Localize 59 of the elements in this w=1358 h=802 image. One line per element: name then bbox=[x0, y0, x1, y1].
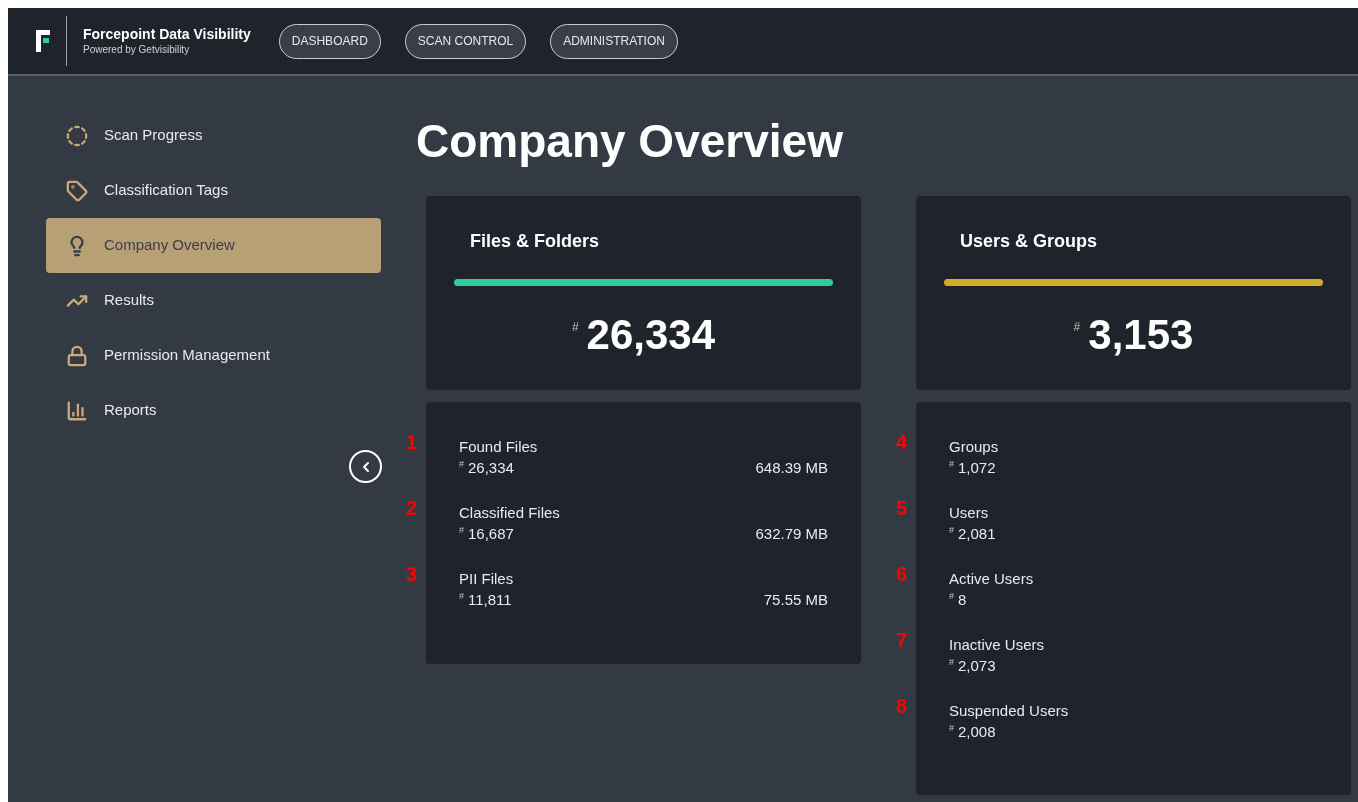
stat-label: Classified Files bbox=[459, 503, 560, 523]
nav-button[interactable]: ADMINISTRATION bbox=[550, 23, 678, 59]
total-count: 26,334 bbox=[586, 314, 716, 356]
hash-prefix: # bbox=[949, 524, 954, 537]
annotation-number: 4 bbox=[896, 432, 908, 453]
hash-prefix: # bbox=[949, 458, 954, 471]
total-count: 3,153 bbox=[1088, 314, 1194, 356]
hash-prefix: # bbox=[1073, 319, 1081, 336]
sidebar-item[interactable]: Reports bbox=[46, 383, 381, 438]
stat-value: 26,334 bbox=[468, 458, 514, 478]
hash-prefix: # bbox=[571, 319, 579, 336]
stat-value: 1,072 bbox=[958, 458, 996, 478]
sidebar-item[interactable]: Scan Progress bbox=[46, 108, 381, 163]
tag-icon bbox=[66, 179, 88, 202]
stat-value: 8 bbox=[958, 590, 967, 610]
hash-prefix: # bbox=[949, 722, 954, 735]
bar-chart-icon bbox=[66, 399, 88, 422]
sidebar-item[interactable]: Company Overview bbox=[46, 218, 381, 273]
hash-prefix: # bbox=[949, 656, 954, 669]
stat-size: 75.55 MB bbox=[763, 590, 828, 610]
logo-icon bbox=[36, 30, 50, 52]
stat-value: 2,008 bbox=[958, 722, 996, 742]
stat-value: 2,073 bbox=[958, 656, 996, 676]
stat-size: 648.39 MB bbox=[755, 458, 828, 478]
stat-value: 11,811 bbox=[468, 590, 512, 610]
annotation-number: 7 bbox=[896, 630, 908, 651]
annotation-number: 2 bbox=[406, 498, 418, 519]
sidebar-item[interactable]: Results bbox=[46, 273, 381, 328]
stat-label: Groups bbox=[949, 437, 999, 457]
hash-prefix: # bbox=[459, 458, 464, 471]
page-title: Company Overview bbox=[416, 118, 844, 169]
card-title: Files & Folders bbox=[470, 230, 601, 253]
stat-value: 16,687 bbox=[468, 524, 514, 544]
nav-button[interactable]: SCAN CONTROL bbox=[404, 23, 527, 59]
lock-icon bbox=[66, 344, 88, 367]
hash-prefix: # bbox=[949, 590, 954, 603]
annotation-number: 3 bbox=[406, 564, 418, 585]
collapse-button[interactable] bbox=[349, 450, 382, 483]
annotation-number: 1 bbox=[406, 432, 418, 453]
stat-label: Inactive Users bbox=[949, 635, 1045, 655]
sidebar-item[interactable]: Permission Management bbox=[46, 328, 381, 383]
stat-label: Users bbox=[949, 503, 989, 523]
card-title: Users & Groups bbox=[960, 230, 1099, 253]
annotation-number: 6 bbox=[896, 564, 908, 585]
hash-prefix: # bbox=[459, 524, 464, 537]
brand-name: Forcepoint Data Visibility bbox=[83, 26, 251, 44]
annotation-number: 5 bbox=[896, 498, 908, 519]
nav-button[interactable]: DASHBOARD bbox=[278, 23, 381, 59]
hash-prefix: # bbox=[459, 590, 464, 603]
stat-label: Found Files bbox=[459, 437, 538, 457]
stat-value: 2,081 bbox=[958, 524, 996, 544]
brand-tagline: Powered by Getvisibility bbox=[83, 43, 191, 56]
progress-ring-icon bbox=[66, 124, 88, 147]
stat-label: Suspended Users bbox=[949, 701, 1069, 721]
annotation-number: 8 bbox=[896, 696, 908, 717]
stat-size: 632.79 MB bbox=[755, 524, 828, 544]
stat-label: Active Users bbox=[949, 569, 1034, 589]
sidebar-item[interactable]: Classification Tags bbox=[46, 163, 381, 218]
stat-label: PII Files bbox=[459, 569, 514, 589]
